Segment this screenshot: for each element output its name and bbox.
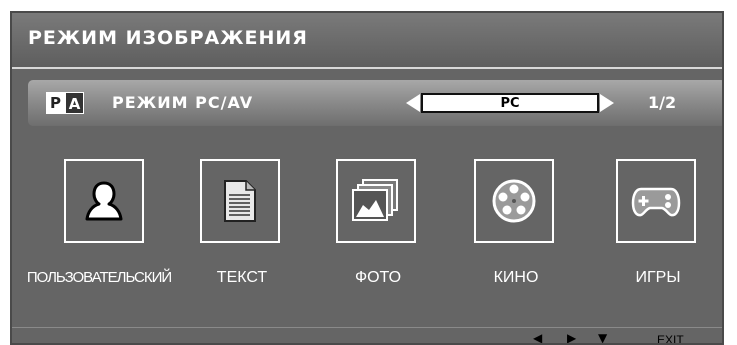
pc-av-mode-label: РЕЖИМ PC/AV <box>112 93 254 112</box>
mode-tile-movie[interactable] <box>474 159 554 243</box>
exit-button[interactable]: EXIT <box>657 333 684 343</box>
gamepad-icon <box>631 187 681 217</box>
pc-av-icon-a: A <box>65 92 84 114</box>
mode-tile-photo[interactable] <box>336 159 416 243</box>
page-indicator: 1/2 <box>648 93 677 112</box>
user-icon <box>85 181 123 221</box>
pc-av-mode-row[interactable]: P A РЕЖИМ PC/AV PC 1/2 <box>28 80 722 126</box>
mode-name-games: ИГРЫ <box>635 269 681 286</box>
osd-panel: РЕЖИМ ИЗОБРАЖЕНИЯ P A РЕЖИМ PC/AV PC 1/2 <box>10 11 724 345</box>
menu-title: РЕЖИМ ИЗОБРАЖЕНИЯ <box>28 27 308 49</box>
mode-tile-games[interactable] <box>616 159 696 243</box>
mode-tile-custom[interactable] <box>64 159 144 243</box>
mode-next-arrow-icon[interactable] <box>600 94 614 112</box>
photo-icon <box>352 179 398 221</box>
pc-av-icon: P A <box>46 92 84 114</box>
pc-av-icon-p: P <box>46 92 65 114</box>
mode-name-movie: КИНО <box>493 269 539 286</box>
nav-right-icon[interactable]: ▶ <box>567 331 576 343</box>
footer-divider <box>12 327 722 328</box>
nav-left-icon[interactable]: ◀ <box>533 331 542 343</box>
document-icon <box>224 180 256 222</box>
mode-tile-text[interactable] <box>200 159 280 243</box>
pc-av-mode-value[interactable]: PC <box>421 93 599 113</box>
film-reel-icon <box>492 179 536 223</box>
nav-down-icon[interactable]: ▼ <box>598 331 607 343</box>
mode-name-photo: ФОТО <box>354 269 402 286</box>
mode-prev-arrow-icon[interactable] <box>406 94 420 112</box>
mode-name-custom: ПОЛЬЗОВАТЕЛЬСКИЙ <box>26 269 172 286</box>
title-bar: РЕЖИМ ИЗОБРАЖЕНИЯ <box>12 13 722 69</box>
mode-name-text: ТЕКСТ <box>216 269 268 286</box>
